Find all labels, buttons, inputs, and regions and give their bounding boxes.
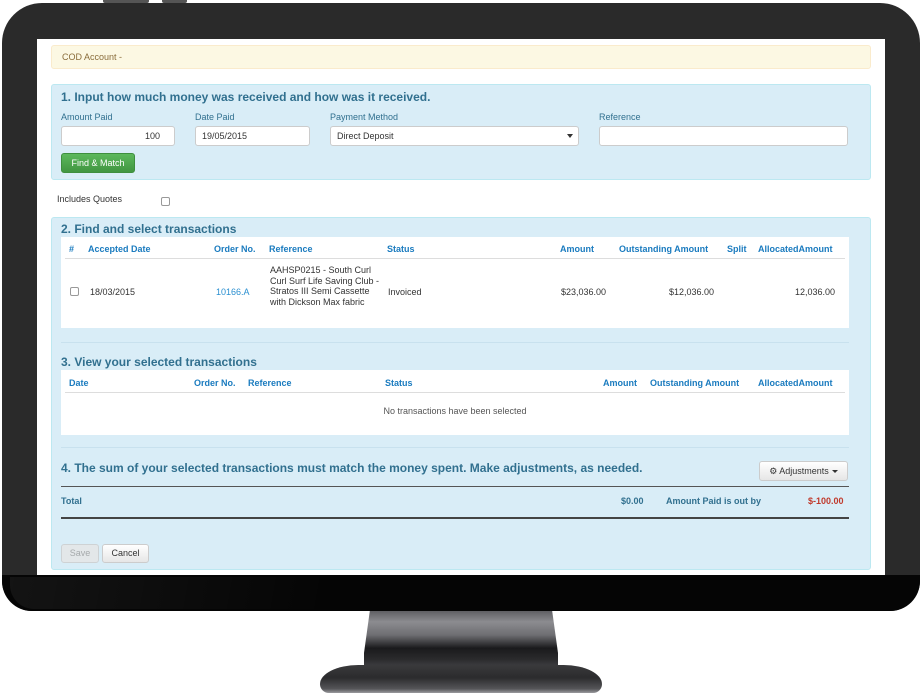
header-divider <box>65 392 845 393</box>
section-divider <box>61 447 849 448</box>
date-paid-input[interactable]: 19/05/2015 <box>195 126 310 146</box>
transactions-panel: 2. Find and select transactions # Accept… <box>51 217 871 570</box>
header-divider <box>65 258 845 259</box>
chevron-down-icon <box>567 134 573 138</box>
caret-down-icon <box>831 470 838 474</box>
col-status[interactable]: Status <box>387 244 415 254</box>
reference-input[interactable] <box>599 126 848 146</box>
row-accepted-date: 18/03/2015 <box>90 287 136 297</box>
col-outstanding-amount[interactable]: Outstanding Amount <box>619 244 708 254</box>
col-allocated-amount[interactable]: AllocatedAmount <box>758 244 833 254</box>
col-reference[interactable]: Reference <box>269 244 313 254</box>
amount-paid-label: Amount Paid <box>61 112 113 122</box>
step4-title: 4. The sum of your selected transactions… <box>61 461 643 475</box>
adjustments-dropdown-button[interactable]: ⚙ Adjustments <box>759 461 848 481</box>
row-outstanding-amount: $12,036.00 <box>669 287 715 297</box>
col-accepted-date[interactable]: Accepted Date <box>88 244 151 254</box>
amount-paid-out-by-label: Amount Paid is out by <box>666 496 762 506</box>
step1-panel: 1. Input how much money was received and… <box>51 84 871 180</box>
step3-title: 3. View your selected transactions <box>61 355 257 369</box>
col-amount[interactable]: Amount <box>603 378 637 388</box>
cancel-button[interactable]: Cancel <box>102 544 149 563</box>
row-reference: AAHSP0215 - South Curl Curl Surf Life Sa… <box>270 265 380 307</box>
screen: COD Account - 1. Input how much money wa… <box>37 39 885 575</box>
gear-icon: ⚙ <box>769 466 778 476</box>
section-divider <box>61 342 849 343</box>
total-bottom-divider <box>61 517 849 519</box>
row-select-checkbox[interactable] <box>70 287 79 296</box>
col-order-no[interactable]: Order No. <box>214 244 256 254</box>
find-transactions-table: # Accepted Date Order No. Reference Stat… <box>61 237 849 328</box>
col-reference[interactable]: Reference <box>248 378 292 388</box>
col-amount[interactable]: Amount <box>560 244 594 254</box>
row-amount: $23,036.00 <box>561 287 607 297</box>
total-value: $0.00 <box>621 496 644 506</box>
col-outstanding-amount[interactable]: Outstanding Amount <box>650 378 739 388</box>
empty-state-message: No transactions have been selected <box>383 406 527 416</box>
payment-method-label: Payment Method <box>330 112 399 122</box>
payment-method-select[interactable]: Direct Deposit <box>330 126 579 146</box>
step2-title: 2. Find and select transactions <box>61 222 237 236</box>
row-order-link[interactable]: 10166.A <box>216 287 250 297</box>
date-paid-label: Date Paid <box>195 112 235 122</box>
find-match-button[interactable]: Find & Match <box>61 153 135 173</box>
col-split[interactable]: Split <box>727 244 747 254</box>
cod-account-alert: COD Account - <box>51 45 871 69</box>
monitor-chin-reflection <box>10 577 325 609</box>
includes-quotes-checkbox[interactable] <box>161 197 170 206</box>
col-status[interactable]: Status <box>385 378 413 388</box>
monitor-stand-base <box>320 665 602 693</box>
adjustments-label: Adjustments <box>779 466 829 476</box>
includes-quotes-label: Includes Quotes <box>57 194 123 204</box>
amount-paid-input[interactable]: 100 <box>61 126 175 146</box>
col-date[interactable]: Date <box>69 378 89 388</box>
selected-transactions-table: Date Order No. Reference Status Amount O… <box>61 370 849 435</box>
step1-title: 1. Input how much money was received and… <box>61 90 431 104</box>
save-button[interactable]: Save <box>61 544 99 563</box>
row-allocated-amount: 12,036.00 <box>795 287 836 297</box>
monitor-stand-neck <box>364 611 558 671</box>
payment-method-value: Direct Deposit <box>337 131 394 141</box>
total-label: Total <box>61 496 82 506</box>
total-top-divider <box>61 486 849 487</box>
row-status: Invoiced <box>388 287 422 297</box>
col-hash: # <box>69 244 75 254</box>
amount-paid-out-by-value: $-100.00 <box>808 496 844 506</box>
col-allocated-amount[interactable]: AllocatedAmount <box>758 378 833 388</box>
col-order-no[interactable]: Order No. <box>194 378 236 388</box>
reference-label: Reference <box>599 112 641 122</box>
